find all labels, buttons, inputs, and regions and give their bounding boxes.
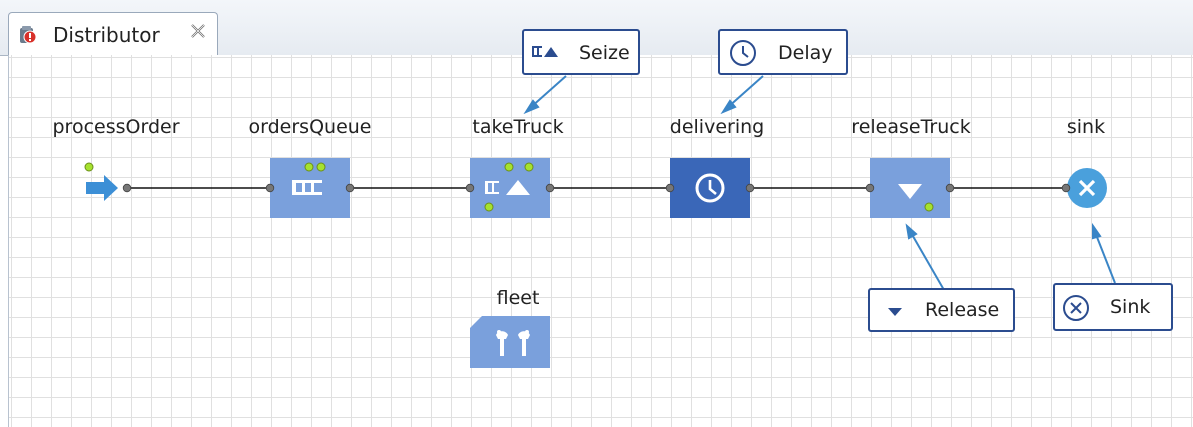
sink-callout[interactable]: Sink — [1053, 283, 1173, 331]
delay-callout-text: Delay — [778, 42, 833, 64]
seize-callout[interactable]: Seize — [522, 29, 640, 75]
sink-callout-text: Sink — [1110, 296, 1151, 318]
seize-callout-text: Seize — [579, 42, 630, 64]
delay-callout[interactable]: Delay — [718, 29, 848, 75]
release-callout-text: Release — [925, 299, 1000, 321]
clock-icon — [730, 40, 756, 66]
sink-circle-icon — [1063, 295, 1089, 321]
resource-pool-icon — [470, 316, 550, 368]
release-icon — [888, 308, 902, 316]
release-callout[interactable]: Release — [868, 288, 1015, 332]
seize-icon — [532, 46, 558, 57]
